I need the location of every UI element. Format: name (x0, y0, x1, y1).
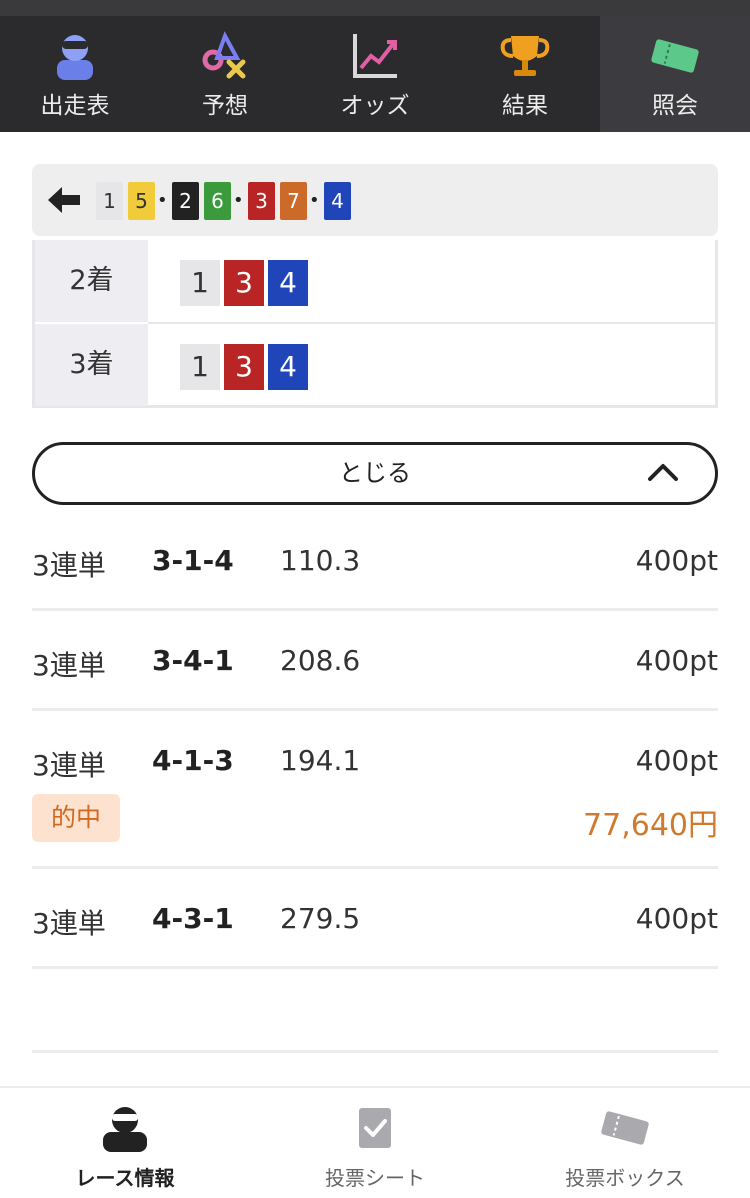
bet-combo: 4-3-1 (152, 902, 234, 935)
bet-type: 3連単 (32, 649, 106, 682)
tab-prediction[interactable]: 予想 (150, 16, 300, 132)
boat-chip-1: 1 (96, 182, 123, 220)
bet-combo: 3-4-1 (152, 644, 234, 677)
bet-odds: 194.1 (280, 744, 361, 777)
boat-chip-4: 4 (324, 182, 351, 220)
bet-amount: 400pt (635, 744, 718, 777)
bottom-nav-bet-sheet[interactable]: 投票シート (250, 1088, 500, 1198)
bet-amount: 400pt (635, 544, 718, 577)
bet-odds: 279.5 (280, 902, 361, 935)
tab-label: 結果 (502, 93, 548, 119)
tab-label: オッズ (340, 93, 410, 119)
bet-row: 3連単 3-1-4 110.3 400pt (32, 544, 718, 584)
bet-amount: 400pt (635, 644, 718, 677)
group-separator: • (233, 190, 244, 211)
racer-silhouette-icon (103, 1107, 147, 1152)
hit-badge: 的中 (32, 794, 120, 842)
boat-square-3: 3 (224, 344, 264, 390)
close-button-label: とじる (339, 459, 411, 487)
tab-results[interactable]: 結果 (450, 16, 600, 132)
boat-chip-3: 3 (248, 182, 275, 220)
bet-row: 3連単 4-3-1 279.5 400pt (32, 902, 718, 942)
ticket-icon (651, 39, 699, 73)
place-row: 3着 1 3 4 (35, 324, 715, 406)
boat-chip-6: 6 (204, 182, 231, 220)
bottom-nav-race-info[interactable]: レース情報 (0, 1088, 250, 1198)
bottom-nav-label: 投票ボックス (565, 1166, 685, 1190)
boat-square-1: 1 (180, 344, 220, 390)
boat-square-4: 4 (268, 344, 308, 390)
tab-inquiry[interactable]: 照会 (600, 16, 750, 132)
back-arrow-icon[interactable] (46, 184, 84, 216)
ticket-box-icon (601, 1111, 649, 1145)
boat-square-4: 4 (268, 260, 308, 306)
place-row: 2着 1 3 4 (35, 240, 715, 322)
divider (32, 1050, 718, 1053)
bet-combo: 4-1-3 (152, 744, 234, 777)
bottom-navigation: レース情報 投票シート 投票ボックス (0, 1086, 750, 1198)
tab-label: 出走表 (40, 93, 110, 119)
group-separator: • (309, 190, 320, 211)
tab-entry-list[interactable]: 出走表 (0, 16, 150, 132)
divider (32, 966, 718, 969)
divider (32, 866, 718, 869)
tab-label: 照会 (652, 93, 698, 119)
bottom-nav-label: 投票シート (325, 1166, 425, 1190)
bet-type: 3連単 (32, 907, 106, 940)
bet-odds: 110.3 (280, 544, 361, 577)
divider (32, 708, 718, 711)
group-separator: • (157, 190, 168, 211)
bet-combination-bar: 1 5 • 2 6 • 3 7 • 4 (32, 164, 718, 236)
bet-amount: 400pt (635, 902, 718, 935)
bet-row: 3連単 3-4-1 208.6 400pt (32, 644, 718, 684)
boat-chip-7: 7 (280, 182, 307, 220)
status-strip (0, 0, 750, 16)
payout-amount: 77,640円 (583, 808, 718, 843)
chevron-up-icon (648, 464, 678, 481)
tab-odds[interactable]: オッズ (300, 16, 450, 132)
place-table: 2着 1 3 4 3着 1 3 4 (32, 240, 718, 408)
boat-chip-5: 5 (128, 182, 155, 220)
tab-label: 予想 (202, 93, 248, 119)
place-label: 2着 (35, 240, 148, 322)
close-button[interactable]: とじる (32, 442, 718, 505)
trophy-icon (500, 36, 550, 76)
divider (32, 608, 718, 611)
boat-chip-2: 2 (172, 182, 199, 220)
bet-type: 3連単 (32, 549, 106, 582)
odds-chart-icon (353, 34, 397, 78)
prediction-icon (202, 31, 246, 79)
place-label: 3着 (35, 324, 148, 406)
bet-odds: 208.6 (280, 644, 361, 677)
top-navigation: 出走表 予想 オッズ 結果 照会 (0, 0, 750, 132)
bet-type: 3連単 (32, 749, 106, 782)
checked-sheet-icon (359, 1108, 391, 1148)
bottom-nav-label: レース情報 (75, 1166, 175, 1190)
racer-icon (57, 35, 93, 80)
boat-square-1: 1 (180, 260, 220, 306)
bottom-nav-bet-box[interactable]: 投票ボックス (500, 1088, 750, 1198)
bet-combo: 3-1-4 (152, 544, 234, 577)
boat-square-3: 3 (224, 260, 264, 306)
